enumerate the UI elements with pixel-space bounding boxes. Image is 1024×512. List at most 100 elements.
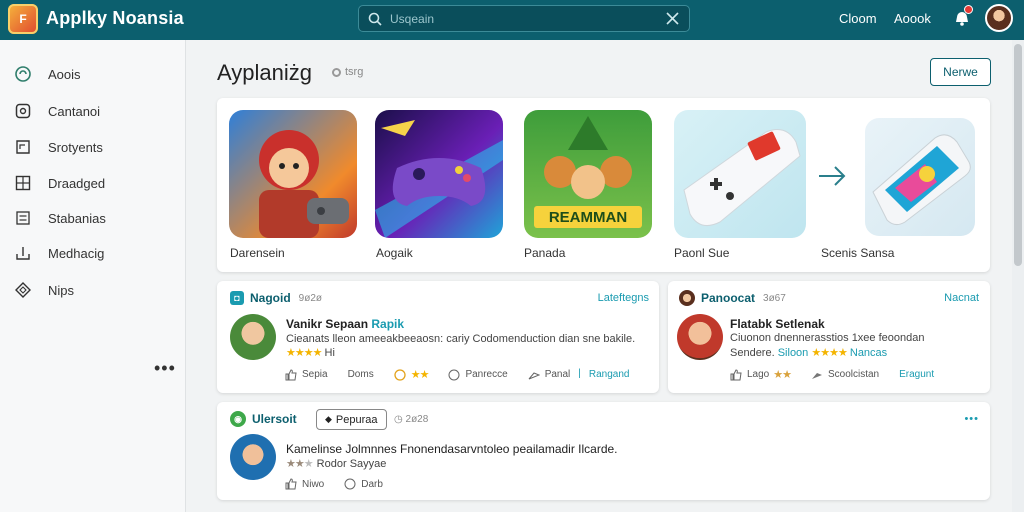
action-label: Niwo (302, 478, 325, 490)
post-meta: ◷ 2ø28 (394, 414, 428, 425)
rating: ★★★ Rodor Sayyae (286, 457, 386, 470)
like-button[interactable]: Niwo (285, 478, 324, 490)
new-button[interactable]: Nerwe (930, 58, 991, 86)
action-label: Rangand (588, 369, 630, 380)
post-link[interactable]: Lateftegns (598, 292, 649, 304)
game-art-phone (872, 134, 971, 226)
search-icon (368, 12, 382, 26)
rate-button[interactable]: ★★ (773, 368, 792, 381)
social-button[interactable]: Scoolcistan (811, 368, 879, 381)
rating-link[interactable]: Nancas (850, 347, 887, 359)
post-header: ◉ Ulersoit (230, 411, 297, 427)
post-header: Panoocat 3ø67 (679, 290, 786, 306)
post-actions: Lago ★★ Scoolcistan Eragunt (730, 368, 954, 381)
game-label: Paonl Sue (674, 246, 730, 260)
respond-button[interactable]: Eragunt (899, 368, 934, 381)
pill-label: Pepuraa (335, 413, 378, 426)
post-link[interactable]: Nacnat (944, 292, 979, 304)
respond-button[interactable]: Rangand (589, 368, 630, 381)
more-menu-icon[interactable]: ••• (154, 358, 176, 379)
rate-button[interactable]: ★★ (394, 368, 429, 381)
post-brand[interactable]: Nagoid (250, 291, 291, 305)
forward-icon (811, 372, 822, 379)
post-text-link[interactable]: Siloon (778, 347, 809, 359)
search-input[interactable] (390, 11, 650, 26)
game-label: Scenis Sansa (821, 246, 895, 260)
comment-icon (344, 478, 356, 490)
avatar[interactable] (230, 434, 276, 480)
sidebar-item-nips[interactable]: Nips (14, 279, 174, 301)
game-card-darensein[interactable] (229, 110, 357, 238)
sidebar-item-label: Aoois (48, 66, 81, 82)
sidebar-item-medhacig[interactable]: Medhacig (14, 242, 174, 264)
post-brand[interactable]: Panoocat (701, 291, 755, 305)
share-button[interactable]: Doms (348, 368, 374, 381)
thumbs-up-icon (285, 478, 297, 490)
nav-link-aoook[interactable]: Aoook (894, 11, 931, 26)
post-meta-text: 2ø28 (405, 414, 429, 425)
sidebar-item-label: Cantanoi (48, 103, 101, 119)
sidebar-item-cantanoi[interactable]: Cantanoi (14, 100, 174, 122)
game-card-aogaik[interactable] (375, 110, 503, 238)
game-label: Darensein (230, 246, 285, 260)
thumbs-up-icon (285, 368, 297, 380)
brand-icon: ◉ (230, 411, 246, 427)
search-bar[interactable] (358, 5, 690, 32)
page-subtitle: tsrg (332, 66, 363, 78)
game-art-controller (375, 120, 503, 238)
action-label: Panal (544, 369, 571, 380)
game-card-scenis-sansa[interactable] (865, 118, 975, 236)
comment-button[interactable]: Darb (344, 478, 383, 490)
status-dot-icon (332, 67, 341, 77)
post-brand[interactable]: Ulersoit (252, 412, 297, 426)
thumbs-up-icon (730, 368, 742, 380)
game-art-hero (259, 130, 349, 238)
game-card-paonl-sue[interactable] (674, 110, 806, 238)
author-name: Vanikr Sepaan (286, 317, 369, 331)
sidebar-item-aoois[interactable]: Aoois (14, 63, 174, 85)
post-actions: Sepia Doms ★★ Panrecce Panal | Rangand (285, 368, 649, 381)
rating-stars: ★★★★ (811, 347, 847, 359)
scrollbar-thumb[interactable] (1014, 44, 1022, 266)
post-text-prefix: Sendere. (730, 347, 775, 359)
sidebar-item-srotyents[interactable]: Srotyents (14, 136, 174, 158)
pill-icon: ◆ (325, 414, 332, 424)
sidebar-item-stabanias[interactable]: Stabanias (14, 207, 174, 229)
sidebar: Aoois Cantanoi Srotyents Draadged Staban… (0, 40, 186, 512)
post-actions: Niwo Darb (285, 478, 403, 490)
sidebar-item-label: Medhacig (48, 245, 105, 261)
nav-link-cloom[interactable]: Cloom (839, 11, 877, 26)
download-icon (14, 244, 32, 262)
comment-icon (448, 369, 460, 380)
rating-circle-icon (394, 368, 406, 381)
sidebar-item-label: Nips (48, 282, 75, 298)
author-name: Flatabk Setlenak (730, 317, 825, 331)
action-label: Doms (347, 369, 374, 380)
carousel-next-icon[interactable] (817, 162, 847, 190)
like-button[interactable]: Lago (730, 368, 769, 381)
like-button[interactable]: Sepia (285, 368, 328, 381)
game-card-panada[interactable]: REAMMAN (524, 110, 652, 238)
sidebar-item-draadged[interactable]: Draadged (14, 172, 174, 194)
user-avatar[interactable] (985, 4, 1013, 32)
clock-icon: ◷ (394, 414, 403, 425)
game-art-handheld (683, 129, 801, 227)
clear-search-icon[interactable] (666, 12, 679, 25)
brand-icon: ◘ (230, 291, 244, 305)
app-logo[interactable]: F (8, 4, 38, 34)
avatar[interactable] (230, 314, 276, 360)
author-tag[interactable]: Rapik (371, 317, 404, 331)
forward-button[interactable]: Panal (528, 368, 571, 381)
game-label: Aogaik (376, 246, 413, 260)
action-label: Scoolcistan (827, 369, 880, 380)
post-more-icon[interactable]: ••• (964, 413, 979, 425)
top-bar: F Applky Noansia Cloom Aoook (0, 0, 1024, 40)
action-label: Darb (361, 478, 383, 490)
page-subtitle-text: tsrg (345, 66, 364, 78)
rating-text: Hi (324, 347, 335, 359)
filter-pill[interactable]: ◆ Pepuraa (316, 409, 387, 430)
corner-icon (14, 138, 32, 156)
comment-button[interactable]: Panrecce (448, 368, 508, 381)
rating-stars-empty: ★ (303, 458, 314, 470)
avatar[interactable] (677, 314, 723, 360)
